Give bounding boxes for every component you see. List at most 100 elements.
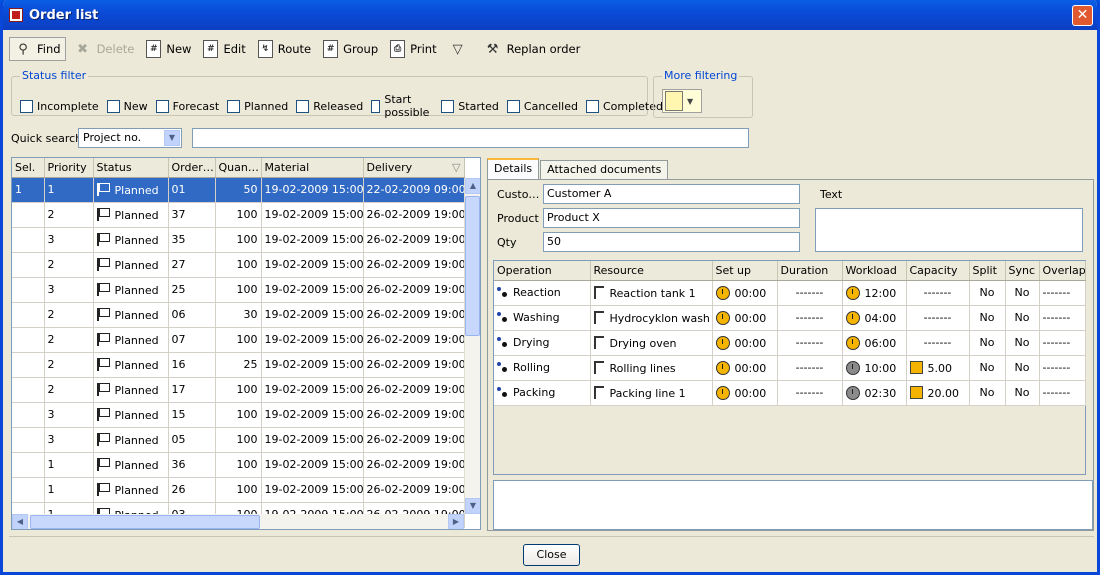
filter-started[interactable]: Started — [441, 99, 499, 113]
duration-cell: ------- — [777, 380, 843, 406]
checkbox[interactable] — [585, 99, 599, 113]
filter-forecast[interactable]: Forecast — [155, 99, 220, 113]
table-row[interactable]: 1 Planned 26 100 19-02-2009 15:00 26-02-2009 … — [12, 477, 465, 503]
new-button[interactable]: # New — [142, 37, 195, 61]
table-row[interactable]: Washing Hydrocyklon wash 00:00 ------- 04:00… — [494, 305, 1086, 331]
col-delivery[interactable]: Delivery ▽ — [363, 158, 465, 178]
delivery-cell: 26-02-2009 19:00 — [363, 402, 465, 428]
chevron-down-icon: ▼ — [164, 130, 180, 146]
product-field[interactable]: Product X — [543, 208, 800, 228]
col-quantity[interactable]: Quan… — [215, 158, 262, 178]
table-row[interactable]: 2 Planned 07 100 19-02-2009 15:00 26-02-2009 … — [12, 327, 465, 353]
route-button[interactable]: ↯ Route — [254, 37, 315, 61]
col-priority[interactable]: Priority — [44, 158, 94, 178]
resource-cell: Packing line 1 — [590, 380, 713, 406]
priority-cell: 3 — [44, 277, 94, 303]
text-area[interactable] — [815, 208, 1083, 252]
table-row[interactable]: 3 Planned 05 100 19-02-2009 15:00 26-02-2009 … — [12, 427, 465, 453]
filter-button[interactable]: ▽ — [445, 37, 476, 61]
checkbox[interactable] — [20, 99, 33, 113]
quick-search-input[interactable] — [192, 128, 749, 148]
col-duration[interactable]: Duration — [777, 261, 843, 281]
orders-horizontal-scrollbar[interactable]: ◀ ▶ — [12, 514, 464, 529]
table-row[interactable]: 2 Planned 27 100 19-02-2009 15:00 26-02-2009 … — [12, 252, 465, 278]
group-button[interactable]: # Group — [319, 37, 382, 61]
filter-cancelled[interactable]: Cancelled — [506, 99, 578, 113]
col-resource[interactable]: Resource — [590, 261, 713, 281]
table-row[interactable]: 3 Planned 35 100 19-02-2009 15:00 26-02-2009 … — [12, 227, 465, 253]
order-cell: 15 — [168, 402, 216, 428]
duration-cell-value: ------- — [795, 336, 824, 349]
delete-button[interactable]: ✖ Delete — [70, 37, 139, 61]
print-button[interactable]: ⎙ Print — [386, 37, 440, 61]
table-row[interactable]: Rolling Rolling lines 00:00 ------- 10:00 5.0… — [494, 355, 1086, 381]
notes-box[interactable] — [493, 480, 1093, 530]
find-button[interactable]: ⚲ Find — [9, 37, 66, 61]
col-operation[interactable]: Operation — [494, 261, 591, 281]
filter-released[interactable]: Released — [296, 99, 363, 113]
table-row[interactable]: 3 Planned 25 100 19-02-2009 15:00 26-02-2009 … — [12, 277, 465, 303]
table-row[interactable]: 2 Planned 06 30 19-02-2009 15:00 26-02-2009 1… — [12, 302, 465, 328]
table-row[interactable]: 1 1 Planned 01 50 19-02-2009 15:00 22-02-2009 … — [12, 177, 465, 203]
checkbox[interactable] — [155, 99, 169, 113]
table-row[interactable]: Packing Packing line 1 00:00 ------- 02:30 20… — [494, 380, 1086, 406]
checkbox[interactable] — [441, 99, 455, 113]
window-close-button[interactable]: ✕ — [1072, 5, 1093, 26]
table-row[interactable]: 1 Planned 36 100 19-02-2009 15:00 26-02-2009 … — [12, 452, 465, 478]
table-row[interactable]: 2 Planned 17 100 19-02-2009 15:00 26-02-2009 … — [12, 377, 465, 403]
scroll-thumb[interactable] — [465, 196, 480, 336]
col-sel[interactable]: Sel. — [12, 158, 45, 178]
table-row[interactable]: 2 Planned 37 100 19-02-2009 15:00 26-02-2009 … — [12, 202, 465, 228]
checkbox[interactable] — [506, 99, 520, 113]
table-row[interactable]: Reaction Reaction tank 1 00:00 ------- 12:00… — [494, 280, 1086, 306]
col-split[interactable]: Split — [969, 261, 1006, 281]
app-icon — [9, 8, 23, 22]
replan-order-button[interactable]: ⚒ Replan order — [480, 37, 585, 61]
filter-label: New — [123, 99, 148, 113]
col-setup[interactable]: Set up — [712, 261, 778, 281]
overlap-cell-value: ------- — [1042, 336, 1071, 349]
checkbox[interactable] — [296, 99, 310, 113]
customer-field[interactable]: Customer A — [543, 184, 800, 204]
scroll-down-icon[interactable]: ▼ — [465, 498, 480, 514]
orders-vertical-scrollbar[interactable]: ▲ ▼ — [464, 178, 480, 514]
text-label: Text — [820, 188, 843, 201]
scroll-thumb[interactable] — [30, 515, 260, 529]
checkbox[interactable] — [227, 99, 241, 113]
qty-field[interactable]: 50 — [543, 232, 800, 252]
checkbox[interactable] — [106, 99, 120, 113]
col-workload[interactable]: Workload — [842, 261, 907, 281]
status-label: Planned — [114, 208, 159, 222]
setup-cell-value: 00:00 — [734, 286, 767, 300]
quick-search-field-select[interactable]: Project no. ▼ — [78, 128, 182, 148]
table-row[interactable]: 2 Planned 16 25 19-02-2009 15:00 26-02-2009 1… — [12, 352, 465, 378]
col-status[interactable]: Status — [93, 158, 169, 178]
sel-cell: 1 — [12, 177, 45, 203]
close-button[interactable]: Close — [523, 544, 580, 566]
table-row[interactable]: 3 Planned 15 100 19-02-2009 15:00 26-02-2009 … — [12, 402, 465, 428]
priority-cell: 3 — [44, 227, 94, 253]
table-row[interactable]: Drying Drying oven 00:00 ------- 06:00 ------… — [494, 330, 1086, 356]
col-order[interactable]: Order… — [168, 158, 216, 178]
col-material[interactable]: Material — [261, 158, 364, 178]
tab-attached-documents[interactable]: Attached documents — [540, 160, 669, 179]
quantity-cell: 100 — [215, 277, 262, 303]
checkbox[interactable] — [371, 99, 381, 113]
filter-label: Forecast — [172, 99, 220, 113]
filter-start-possible[interactable]: Start possible — [371, 93, 433, 119]
scroll-right-icon[interactable]: ▶ — [448, 514, 464, 529]
scroll-left-icon[interactable]: ◀ — [12, 514, 28, 529]
col-delivery-label: Delivery — [366, 160, 413, 174]
scroll-up-icon[interactable]: ▲ — [465, 178, 480, 194]
col-sync[interactable]: Sync — [1005, 261, 1040, 281]
filter-new[interactable]: New — [106, 99, 148, 113]
sel-cell — [12, 327, 45, 353]
edit-button[interactable]: # Edit — [199, 37, 249, 61]
col-overlap[interactable]: Overlap — [1039, 261, 1086, 281]
filter-planned[interactable]: Planned — [227, 99, 288, 113]
col-capacity[interactable]: Capacity — [906, 261, 970, 281]
filter-completed[interactable]: Completed — [585, 99, 663, 113]
tab-details[interactable]: Details — [487, 158, 540, 179]
filter-incomplete[interactable]: Incomplete — [20, 99, 99, 113]
filter-preset-dropdown[interactable]: ▼ — [662, 89, 702, 113]
